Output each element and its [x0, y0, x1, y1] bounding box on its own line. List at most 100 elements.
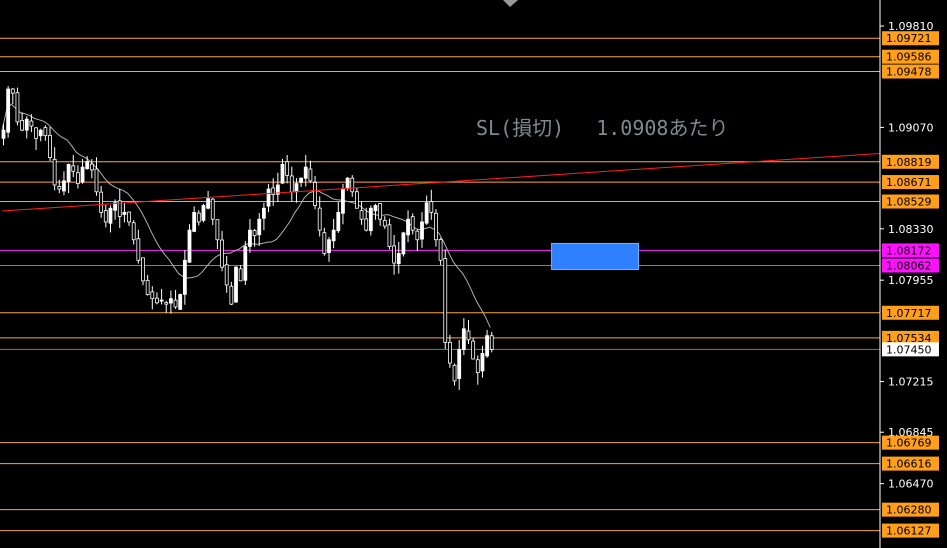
- candle: [141, 257, 145, 286]
- candle-body: [420, 221, 424, 240]
- candle: [196, 210, 201, 226]
- candle: [317, 196, 322, 237]
- candle-body: [127, 211, 131, 223]
- candle: [480, 345, 485, 378]
- candle-body: [313, 182, 317, 206]
- candle: [392, 234, 397, 275]
- candle-body: [15, 92, 20, 123]
- current-price-label: 1.07450: [886, 343, 932, 356]
- candle-body: [248, 229, 252, 247]
- candle-body: [173, 299, 178, 308]
- candle-body: [206, 198, 211, 209]
- candle: [485, 329, 490, 358]
- candle-body: [401, 232, 406, 255]
- level-tag-label: 1.06769: [886, 437, 932, 450]
- ma-layer: [1, 103, 491, 328]
- zone-layer: [551, 242, 640, 271]
- candle-body: [85, 161, 90, 170]
- chart-window[interactable]: SL(損切) 1.0908あたり 1.09810 1.09070 1.08330 1.…: [0, 0, 947, 548]
- candle: [103, 204, 108, 228]
- candle: [261, 202, 266, 231]
- level-tag-label: 1.09721: [886, 32, 932, 45]
- horizontal-levels: [0, 37, 880, 532]
- candle-body: [43, 127, 48, 137]
- candle-body: [294, 183, 299, 193]
- candle-body: [392, 245, 397, 264]
- axis-tick-label: 1.06470: [888, 478, 934, 491]
- candle-body: [303, 166, 308, 179]
- candle: [341, 183, 345, 225]
- candlesticks: [1, 86, 494, 390]
- candle: [313, 175, 317, 210]
- candle-body: [327, 239, 331, 253]
- candle: [15, 87, 20, 126]
- price-chart[interactable]: SL(損切) 1.0908あたり 1.09810 1.09070 1.08330 1.…: [0, 0, 947, 548]
- candle-body: [164, 302, 169, 305]
- price-axis: 1.098101.090701.083301.079551.072151.068…: [880, 20, 939, 538]
- candle: [438, 237, 443, 266]
- candle-body: [141, 257, 145, 282]
- candle-body: [308, 168, 313, 182]
- candle-body: [396, 253, 401, 265]
- candle: [34, 127, 38, 150]
- candle: [66, 163, 71, 194]
- candle-body: [66, 163, 71, 183]
- candle: [285, 154, 290, 184]
- candle-body: [178, 294, 183, 310]
- candle: [266, 183, 271, 213]
- candle-body: [131, 222, 136, 241]
- candle: [76, 165, 80, 189]
- candle: [136, 229, 141, 264]
- candle: [378, 203, 383, 226]
- candle-body: [452, 364, 457, 382]
- candle: [71, 154, 76, 178]
- candle: [447, 334, 452, 368]
- candle: [10, 88, 15, 104]
- candle: [20, 112, 25, 132]
- candle-body: [89, 163, 94, 171]
- candle-body: [345, 177, 350, 190]
- candle: [24, 116, 29, 139]
- level-tag-label: 1.07717: [886, 307, 932, 320]
- candle: [145, 274, 150, 296]
- candle-body: [359, 210, 364, 220]
- axis-tick-label: 1.07215: [888, 376, 934, 389]
- candle-body: [215, 219, 220, 241]
- scroll-marker-icon[interactable]: [503, 0, 518, 7]
- candle-body: [182, 259, 187, 295]
- candle: [475, 355, 480, 385]
- candle: [122, 203, 127, 223]
- candle-body: [243, 246, 248, 281]
- candle: [224, 255, 229, 293]
- candle: [336, 202, 341, 233]
- candle-body: [415, 230, 420, 241]
- candle: [382, 216, 387, 229]
- candle-body: [108, 207, 113, 224]
- candle: [220, 230, 224, 272]
- candle-body: [457, 348, 462, 379]
- candle: [155, 292, 159, 305]
- level-tag-label: 1.08172: [886, 244, 932, 257]
- candle-body: [461, 328, 466, 351]
- candle: [117, 188, 122, 228]
- candle-body: [159, 299, 164, 302]
- candle: [368, 205, 373, 236]
- candle: [429, 189, 434, 220]
- candle: [192, 206, 197, 233]
- candle: [420, 212, 424, 248]
- level-tag-label: 1.06280: [886, 504, 932, 517]
- candle: [43, 125, 48, 141]
- candle: [159, 288, 164, 305]
- candle-body: [382, 220, 387, 227]
- candle: [354, 187, 359, 209]
- candle-body: [406, 218, 410, 236]
- candle-body: [48, 134, 52, 158]
- candle: [248, 218, 252, 253]
- candle-body: [34, 127, 38, 139]
- candle: [489, 331, 494, 353]
- candle: [131, 220, 136, 245]
- candle-body: [424, 202, 429, 224]
- candle: [257, 213, 262, 246]
- candle: [289, 166, 294, 202]
- candle-body: [443, 258, 448, 343]
